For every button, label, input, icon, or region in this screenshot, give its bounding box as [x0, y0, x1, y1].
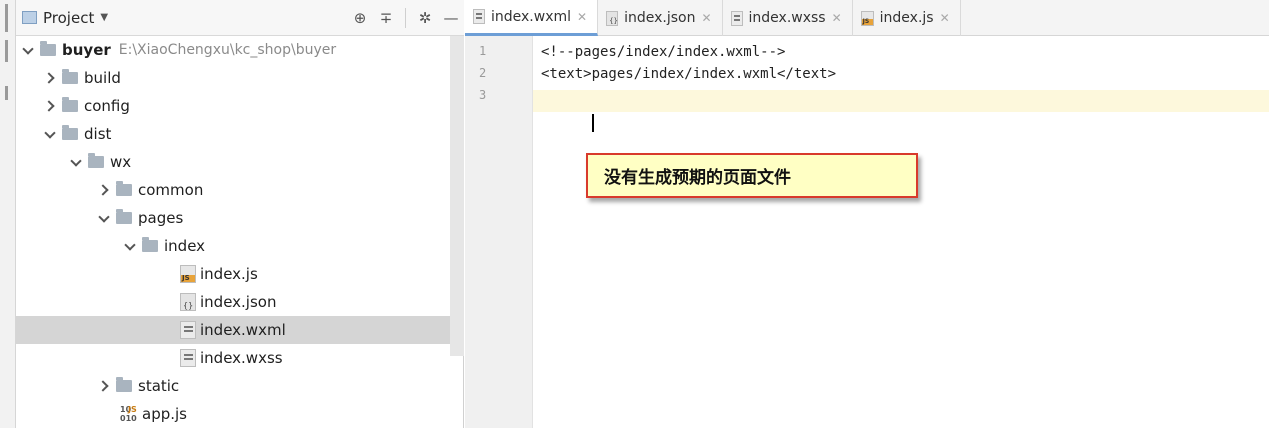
- js-file-icon: JS: [180, 265, 196, 283]
- toolbar-divider: [405, 8, 406, 28]
- tab-index-wxss[interactable]: index.wxss ✕: [723, 0, 853, 36]
- project-tree: buyer E:\XiaoChengxu\kc_shop\buyer build…: [16, 36, 464, 428]
- project-title: Project: [43, 8, 95, 27]
- text-file-icon: [180, 321, 196, 339]
- expand-arrow-icon[interactable]: [96, 176, 112, 204]
- tab-label: index.json: [624, 10, 696, 26]
- text-file-icon: [473, 9, 485, 24]
- tree-item-index-js[interactable]: JS index.js: [16, 260, 464, 288]
- tab-index-json[interactable]: {} index.json ✕: [598, 0, 723, 36]
- tree-item-build[interactable]: build: [16, 64, 464, 92]
- tree-label: wx: [110, 153, 132, 171]
- project-view-selector[interactable]: Project ▼: [16, 0, 108, 36]
- tree-label: index.js: [200, 265, 258, 283]
- tree-label: index.wxss: [200, 349, 283, 367]
- code-area[interactable]: <!--pages/index/index.wxml--> <text>page…: [533, 36, 1269, 428]
- collapse-icon[interactable]: ∓: [373, 5, 399, 31]
- tree-label: dist: [84, 125, 112, 143]
- tree-item-app-js[interactable]: 10 JS 010 app.js: [16, 400, 464, 428]
- tree-label: pages: [138, 209, 184, 227]
- line-number: 2: [479, 66, 487, 80]
- project-path: E:\XiaoChengxu\kc_shop\buyer: [118, 42, 337, 58]
- expand-arrow-icon[interactable]: [42, 120, 58, 148]
- folder-icon: [142, 237, 158, 252]
- panel-toolbar: ⊕ ∓ ✲ —: [347, 0, 464, 36]
- strip-structure-tab[interactable]: [5, 40, 8, 62]
- tree-label: index.json: [200, 293, 277, 311]
- code-editor: index.wxml ✕ {} index.json ✕ index.wxss …: [465, 0, 1269, 428]
- expand-arrow-icon[interactable]: [122, 232, 138, 260]
- close-icon[interactable]: ✕: [832, 11, 842, 25]
- tab-index-wxml[interactable]: index.wxml ✕: [465, 0, 599, 36]
- expand-arrow-icon[interactable]: [68, 148, 84, 176]
- tree-item-pages[interactable]: pages: [16, 204, 464, 232]
- gear-icon[interactable]: ✲: [412, 5, 438, 31]
- text-caret: [591, 114, 594, 132]
- expand-arrow-icon[interactable]: [96, 372, 112, 400]
- folder-icon: [40, 41, 56, 56]
- expand-arrow-icon[interactable]: [42, 64, 58, 92]
- chevron-down-icon: ▼: [100, 12, 109, 23]
- folder-icon: [116, 181, 132, 196]
- tab-index-js[interactable]: JS index.js ✕: [853, 0, 961, 36]
- strip-tab-marker[interactable]: [5, 86, 8, 100]
- tree-item-common[interactable]: common: [16, 176, 464, 204]
- tree-item-static[interactable]: static: [16, 372, 464, 400]
- tool-window-strip[interactable]: [0, 0, 16, 428]
- folder-icon: [62, 69, 78, 84]
- tab-label: index.wxml: [491, 8, 572, 25]
- tree-label: build: [84, 69, 121, 87]
- current-code-line[interactable]: [533, 90, 1269, 132]
- js-file-icon: JS: [860, 10, 874, 26]
- close-icon[interactable]: ✕: [940, 11, 950, 25]
- project-icon: [22, 11, 37, 24]
- tree-label: buyer: [62, 41, 111, 59]
- line-number: 3: [479, 88, 487, 102]
- editor-tab-bar: index.wxml ✕ {} index.json ✕ index.wxss …: [465, 0, 1269, 36]
- tree-item-config[interactable]: config: [16, 92, 464, 120]
- project-panel-header: Project ▼ ⊕ ∓ ✲ —: [16, 0, 464, 36]
- close-icon[interactable]: ✕: [577, 10, 587, 24]
- expand-arrow-icon[interactable]: [20, 36, 36, 64]
- line-number: 1: [479, 44, 487, 58]
- folder-icon: [116, 209, 132, 224]
- json-file-icon: {}: [180, 293, 196, 311]
- tree-item-index-wxss[interactable]: index.wxss: [16, 344, 464, 372]
- code-line[interactable]: <!--pages/index/index.wxml-->: [533, 41, 1269, 63]
- text-file-icon: [730, 10, 743, 26]
- tab-label: index.js: [879, 10, 934, 26]
- annotation-text: 没有生成预期的页面文件: [604, 168, 791, 188]
- folder-icon: [62, 97, 78, 112]
- line-number-gutter: 1 2 3: [465, 36, 533, 428]
- tree-label: common: [138, 181, 204, 199]
- tab-label: index.wxss: [748, 10, 826, 26]
- json-file-icon: {}: [606, 10, 619, 26]
- close-icon[interactable]: ✕: [701, 11, 711, 25]
- tree-label: static: [138, 377, 180, 395]
- js-binary-file-icon: 10 JS 010: [120, 405, 137, 423]
- text-file-icon: [180, 349, 196, 367]
- crosshair-icon[interactable]: ⊕: [347, 5, 373, 31]
- code-line[interactable]: <text>pages/index/index.wxml</text>: [533, 63, 1269, 85]
- tree-label: index: [164, 237, 206, 255]
- minimize-icon[interactable]: —: [438, 5, 464, 31]
- tree-item-dist[interactable]: dist: [16, 120, 464, 148]
- folder-icon: [88, 153, 104, 168]
- project-panel: Project ▼ ⊕ ∓ ✲ — buyer E:\XiaoChengxu\k…: [16, 0, 464, 428]
- annotation-callout: 没有生成预期的页面文件: [586, 153, 918, 198]
- strip-project-tab[interactable]: [5, 4, 8, 32]
- tree-label: app.js: [142, 405, 187, 423]
- tree-scrollbar[interactable]: [450, 36, 464, 356]
- expand-arrow-icon[interactable]: [42, 92, 58, 120]
- folder-icon: [116, 377, 132, 392]
- tree-item-index-wxml[interactable]: index.wxml: [16, 316, 464, 344]
- tree-item-buyer[interactable]: buyer E:\XiaoChengxu\kc_shop\buyer: [16, 36, 464, 64]
- tree-label: config: [84, 97, 130, 115]
- folder-icon: [62, 125, 78, 140]
- tree-item-wx[interactable]: wx: [16, 148, 464, 176]
- tree-item-index-json[interactable]: {} index.json: [16, 288, 464, 316]
- expand-arrow-icon[interactable]: [96, 204, 112, 232]
- tree-label: index.wxml: [200, 321, 286, 339]
- tree-item-index-folder[interactable]: index: [16, 232, 464, 260]
